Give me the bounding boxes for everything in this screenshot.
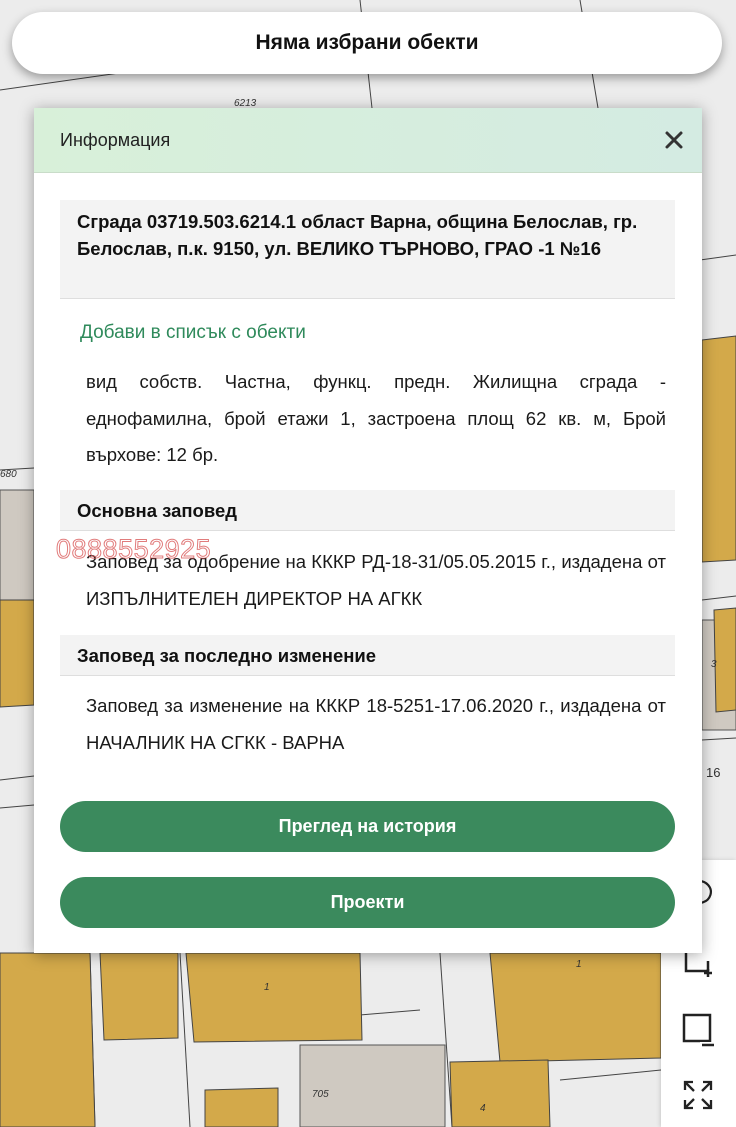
last-change-heading-box: Заповед за последно изменение xyxy=(60,635,675,676)
history-button[interactable]: Преглед на история xyxy=(60,801,675,852)
parcel-number: 680 xyxy=(0,469,17,480)
add-to-objects-list-link[interactable]: Добави в списък с обекти xyxy=(80,322,306,344)
building-title-box: Сграда 03719.503.6214.1 област Варна, об… xyxy=(60,200,675,299)
selected-objects-label: Няма избрани обекти xyxy=(255,31,479,54)
parcel-number: 3 xyxy=(711,659,717,670)
main-order-heading-box: Основна заповед xyxy=(60,490,675,531)
phone-watermark: 0888552925 xyxy=(55,534,212,565)
parcel-number: 4 xyxy=(480,1103,486,1114)
dialog-header: Информация xyxy=(34,108,702,173)
building-description: вид собств. Частна, функц. предн. Жилищн… xyxy=(86,371,666,465)
main-order-heading: Основна заповед xyxy=(77,500,238,521)
parcel-number: 16 xyxy=(706,765,720,780)
remove-area-icon[interactable] xyxy=(673,1004,723,1054)
parcel-number: 1 xyxy=(264,982,270,993)
last-change-text: Заповед за изменение на КККР 18-5251-17.… xyxy=(86,695,666,753)
last-change-heading: Заповед за последно изменение xyxy=(77,645,377,666)
information-dialog: Информация Сграда 03719.503.6214.1 облас… xyxy=(34,108,702,953)
selected-objects-bar[interactable]: Няма избрани обекти xyxy=(12,12,722,74)
parcel-number: 1 xyxy=(576,959,582,970)
dialog-title: Информация xyxy=(60,130,171,150)
building-title: Сграда 03719.503.6214.1 област Варна, об… xyxy=(77,211,638,259)
parcel-number: 705 xyxy=(312,1089,329,1100)
projects-button[interactable]: Проекти xyxy=(60,877,675,928)
fullscreen-icon[interactable] xyxy=(673,1070,723,1120)
close-icon[interactable] xyxy=(660,126,688,154)
